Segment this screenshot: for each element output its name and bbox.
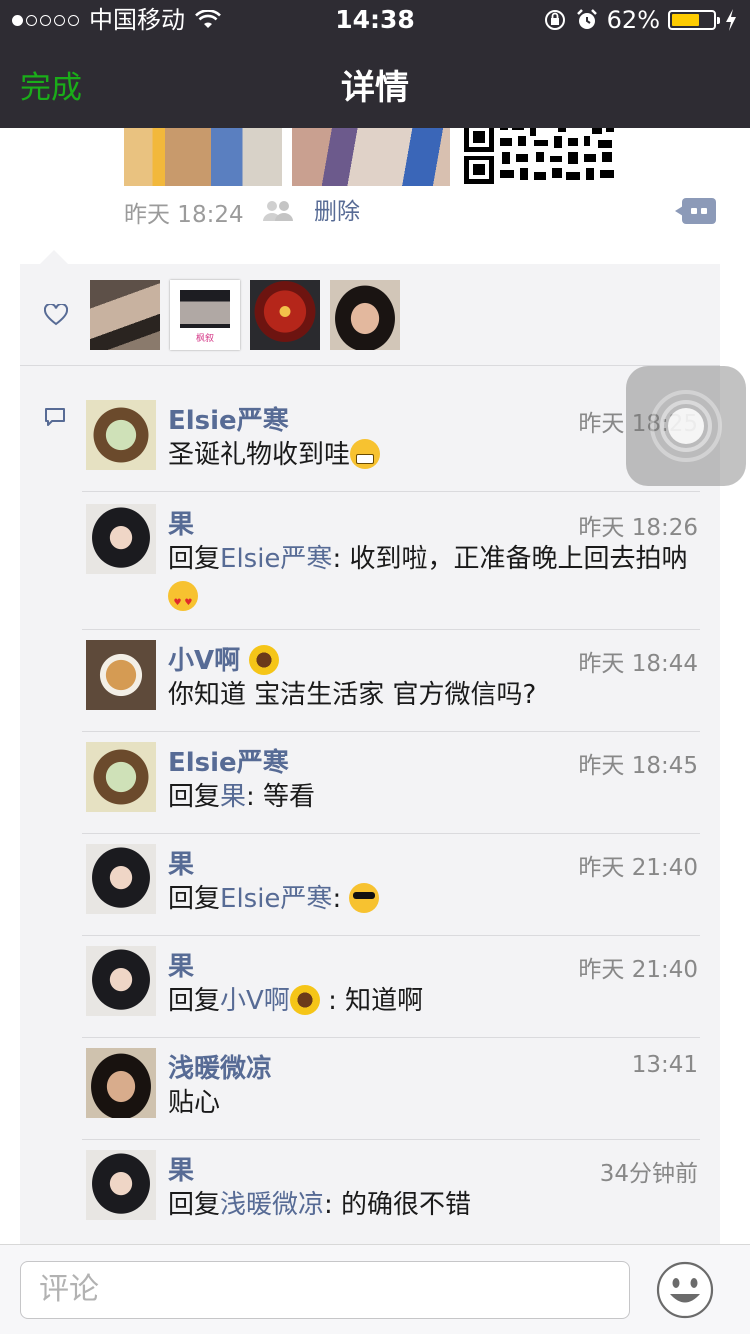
reply-target[interactable]: 浅暖微凉 bbox=[220, 1190, 324, 1220]
comment-author[interactable]: 果 bbox=[168, 504, 194, 541]
like-avatar[interactable] bbox=[330, 280, 400, 350]
reply-target[interactable]: 果 bbox=[220, 782, 246, 812]
comment-more-icon[interactable] bbox=[675, 198, 716, 224]
reply-target[interactable]: Elsie严寒 bbox=[220, 544, 332, 574]
comment-author[interactable]: 果 bbox=[168, 844, 194, 881]
comment-text: 回复果: 等看 bbox=[168, 782, 316, 812]
comment-author[interactable]: 果 bbox=[168, 1150, 194, 1187]
battery-fill bbox=[672, 14, 700, 26]
rotation-lock-icon bbox=[544, 10, 565, 30]
status-bar: 中国移动 14:38 62% bbox=[0, 0, 750, 40]
post-time: 昨天 18:24 bbox=[124, 202, 244, 228]
avatar[interactable] bbox=[86, 1150, 156, 1220]
post-meta: 昨天 18:24 删除 bbox=[124, 196, 360, 228]
avatar-caption: 枫叙 bbox=[195, 334, 214, 344]
comment-time: 昨天 18:45 bbox=[578, 753, 698, 779]
avatar[interactable] bbox=[86, 640, 156, 710]
delete-link[interactable]: 删除 bbox=[314, 196, 360, 228]
like-avatar[interactable] bbox=[90, 280, 160, 350]
panel-pointer bbox=[40, 250, 68, 264]
comment-author[interactable]: Elsie严寒 bbox=[168, 400, 289, 437]
comment-time: 昨天 21:40 bbox=[578, 855, 698, 881]
reply-target[interactable]: Elsie严寒 bbox=[220, 884, 332, 914]
chat-bubble-icon bbox=[45, 408, 65, 426]
grin-emoji-icon bbox=[350, 439, 381, 469]
comment-item[interactable]: Elsie严寒 昨天 18:45 回复果: 等看 bbox=[82, 732, 700, 834]
heart-icon bbox=[44, 304, 68, 326]
comment-item[interactable]: 果 34分钟前 回复浅暖微凉: 的确很不错 bbox=[82, 1140, 700, 1242]
comment-text: 回复Elsie严寒: 收到啦，正准备晚上回去拍呐 bbox=[168, 540, 698, 622]
likes-row: 枫叙 bbox=[20, 264, 720, 366]
smiley-icon[interactable] bbox=[656, 1261, 714, 1319]
avatar[interactable] bbox=[86, 1048, 156, 1118]
people-icon bbox=[263, 201, 293, 221]
sunflower-emoji-icon bbox=[289, 985, 320, 1015]
comment-item[interactable]: 果 昨天 18:26 回复Elsie严寒: 收到啦，正准备晚上回去拍呐 bbox=[82, 494, 700, 630]
reply-target[interactable]: 小V啊 bbox=[220, 985, 320, 1016]
comment-item[interactable]: Elsie严寒 昨天 18:25 圣诞礼物收到哇 bbox=[82, 390, 700, 492]
comment-time: 34分钟前 bbox=[599, 1161, 698, 1187]
comment-item[interactable]: 小V啊 昨天 18:44 你知道 宝洁生活家 官方微信吗? bbox=[82, 630, 700, 732]
comment-time: 昨天 18:44 bbox=[578, 651, 698, 677]
comment-item[interactable]: 果 昨天 21:40 回复小V啊 : 知道啊 bbox=[82, 936, 700, 1038]
assistive-touch-button[interactable] bbox=[626, 366, 746, 486]
likes-comments-panel: 枫叙 Elsie严寒 昨天 18:25 圣诞礼物收到哇 果 昨天 18:26 回… bbox=[20, 250, 720, 1244]
comment-text: 回复浅暖微凉: 的确很不错 bbox=[168, 1190, 472, 1220]
battery-percent: 62% bbox=[606, 6, 660, 34]
sunglasses-emoji-icon bbox=[349, 883, 380, 913]
charging-icon bbox=[726, 9, 736, 31]
comment-input[interactable]: 评论 bbox=[20, 1261, 630, 1319]
comment-text: 圣诞礼物收到哇 bbox=[168, 436, 698, 474]
avatar[interactable] bbox=[86, 844, 156, 914]
battery-icon bbox=[668, 10, 720, 30]
comment-item[interactable]: 果 昨天 21:40 回复Elsie严寒: bbox=[82, 834, 700, 936]
sunflower-emoji-icon bbox=[249, 645, 280, 675]
alarm-icon bbox=[576, 9, 597, 29]
comment-time: 昨天 18:26 bbox=[578, 515, 698, 541]
avatar[interactable] bbox=[86, 742, 156, 812]
comment-author[interactable]: 小V啊 bbox=[168, 640, 280, 677]
comment-text: 回复小V啊 : 知道啊 bbox=[168, 985, 424, 1016]
comment-item[interactable]: 浅暖微凉 13:41 贴心 bbox=[82, 1038, 700, 1140]
comment-time: 13:41 bbox=[631, 1052, 698, 1078]
comment-text: 贴心 bbox=[168, 1088, 221, 1118]
heart-eyes-emoji-icon bbox=[168, 581, 198, 622]
page-title: 详情 bbox=[341, 68, 409, 108]
comment-time: 昨天 21:40 bbox=[578, 957, 698, 983]
comment-author[interactable]: Elsie严寒 bbox=[168, 742, 289, 779]
avatar[interactable] bbox=[86, 400, 156, 470]
comment-input-bar: 评论 bbox=[0, 1244, 750, 1334]
like-avatar[interactable] bbox=[250, 280, 320, 350]
avatar[interactable] bbox=[86, 946, 156, 1016]
top-bar: 中国移动 14:38 62% 完成 详情 bbox=[0, 0, 750, 128]
nav-bar: 完成 详情 bbox=[0, 40, 750, 128]
comment-text: 你知道 宝洁生活家 官方微信吗? bbox=[168, 680, 537, 710]
comment-author[interactable]: 浅暖微凉 bbox=[168, 1048, 272, 1085]
comment-author[interactable]: 果 bbox=[168, 946, 194, 983]
avatar[interactable] bbox=[86, 504, 156, 574]
comment-text: 回复Elsie严寒: bbox=[168, 880, 698, 918]
like-avatar[interactable]: 枫叙 bbox=[170, 280, 240, 350]
